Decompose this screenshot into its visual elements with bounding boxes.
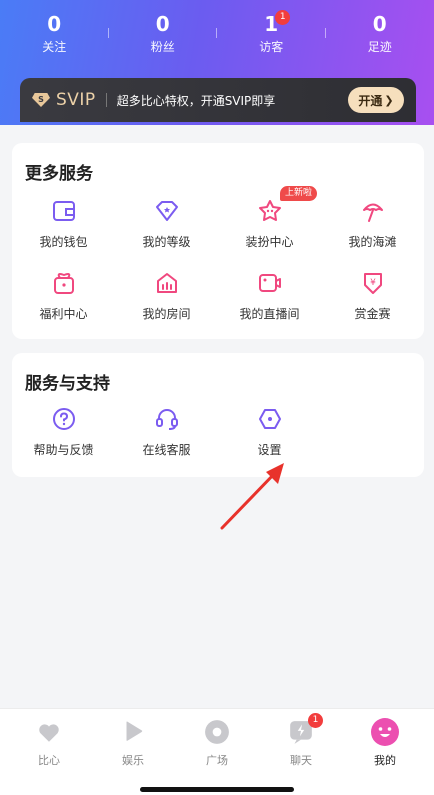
service-label: 装扮中心 [245,235,294,249]
support-card: 服务与支持 帮助与反馈 在线客服 设置 [12,353,424,477]
stat-value: 0 [155,12,170,36]
stat-label: 关注 [42,40,67,54]
stat-value: 0 [47,12,62,36]
service-label: 赏金赛 [354,307,391,321]
service-dressup[interactable]: 上新啦 装扮中心 [218,186,321,259]
tab-label: 聊天 [290,754,312,767]
tab-entertainment[interactable]: 娱乐 [90,719,176,768]
svip-banner[interactable]: S SVIP 超多比心特权，开通SVIP即享 开通 ❯ [20,78,416,122]
svip-badge-letter: S [38,94,44,104]
stat-label: 足迹 [367,40,392,54]
service-online-support[interactable]: 在线客服 [115,407,218,467]
service-live-room[interactable]: 我的直播间 [218,271,321,331]
home-indicator [140,787,294,792]
stat-footprints[interactable]: 0 足迹 [326,10,434,66]
svg-text:¥: ¥ [370,278,376,288]
svip-title: SVIP [56,90,96,110]
service-label: 设置 [257,443,282,457]
headset-icon [156,409,178,430]
more-services-title: 更多服务 [25,164,93,184]
service-settings[interactable]: 设置 [218,407,321,467]
bottom-tab-bar: 比心 娱乐 广场 1 聊天 我的 [0,708,434,795]
service-bounty[interactable]: ¥ 赏金赛 [321,271,424,331]
tab-label: 比心 [38,754,60,767]
service-label: 帮助与反馈 [33,443,94,457]
play-icon [120,719,146,745]
service-welfare[interactable]: 福利中心 [12,271,115,331]
service-label: 我的海滩 [348,235,397,249]
tab-mine[interactable]: 我的 [342,718,428,768]
bounty-icon: ¥ [364,273,382,294]
chevron-right-icon: ❯ [384,93,394,107]
tab-label: 我的 [374,754,396,767]
tab-label: 广场 [206,754,228,767]
stat-value: 1 [264,12,279,36]
svip-open-button[interactable]: 开通 ❯ [348,87,404,113]
service-label: 我的房间 [142,307,191,321]
wallet-icon [53,201,75,221]
profile-header: 0 关注 0 粉丝 1 访客 1 0 足迹 S SVIP 超多比心特权，开通SV… [0,0,434,125]
svip-diamond-icon: S [32,93,50,107]
service-label: 我的钱包 [39,235,88,249]
room-icon [157,273,177,293]
profile-icon [371,718,399,746]
stat-fans[interactable]: 0 粉丝 [109,10,217,66]
svip-logo: S SVIP [32,90,96,110]
svip-promo-text: 超多比心特权，开通SVIP即享 [116,93,276,108]
tab-bixin[interactable]: 比心 [6,719,92,768]
settings-icon [259,409,281,429]
support-title: 服务与支持 [25,374,110,394]
service-label: 在线客服 [142,443,191,457]
service-label: 福利中心 [39,307,88,321]
svip-open-label: 开通 [358,93,383,108]
stat-value: 0 [372,12,387,36]
service-room[interactable]: 我的房间 [115,271,218,331]
dressup-icon [259,200,281,221]
live-icon [259,274,281,292]
svip-divider [105,93,107,107]
tab-chat[interactable]: 1 聊天 [258,713,344,768]
beach-icon [363,203,383,222]
heart-icon [36,719,62,745]
stats-row: 0 关注 0 粉丝 1 访客 1 0 足迹 [0,10,434,66]
service-label: 我的等级 [142,235,191,249]
help-icon [53,408,75,430]
service-beach[interactable]: 我的海滩 [321,199,424,259]
service-wallet[interactable]: 我的钱包 [12,199,115,259]
level-icon [156,201,178,221]
service-level[interactable]: 我的等级 [115,199,218,259]
annotation-arrow-icon [220,463,284,530]
stat-following[interactable]: 0 关注 [0,10,109,66]
stat-label: 粉丝 [150,40,175,54]
service-help-feedback[interactable]: 帮助与反馈 [12,407,115,467]
more-services-card: 更多服务 我的钱包 我的等级 上新啦 装扮中心 我的海滩 福利中心 我的房间 我… [12,143,424,339]
service-label: 我的直播间 [239,307,300,321]
stat-label: 访客 [259,40,284,54]
chat-icon: 1 [288,713,323,745]
new-tag: 上新啦 [280,186,318,201]
gift-icon [54,273,74,294]
tab-square[interactable]: 广场 [174,719,260,768]
square-icon [204,719,230,745]
stat-visitors[interactable]: 1 访客 1 [217,10,326,66]
tab-label: 娱乐 [122,754,144,767]
chat-badge: 1 [308,713,323,728]
